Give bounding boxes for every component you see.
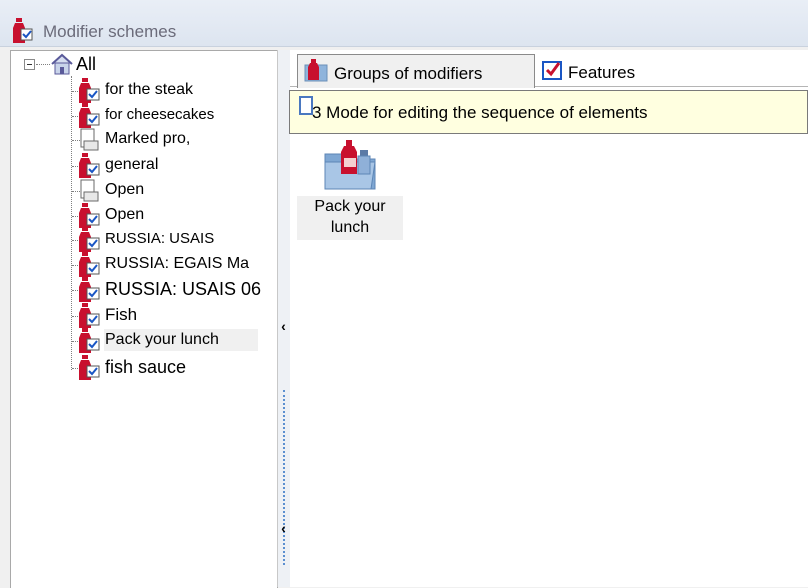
ketchup-bottle-icon: [79, 153, 100, 178]
ketchup-bottle-icon: [79, 328, 100, 353]
tree-item-label: fish sauce: [105, 357, 187, 377]
window-titlebar: Modifier schemes: [0, 0, 808, 47]
ketchup-bottle-icon: [79, 227, 100, 252]
splitter-grip[interactable]: [283, 390, 285, 565]
ketchup-bottle-icon: [79, 355, 100, 380]
tab-features[interactable]: Features: [538, 54, 658, 86]
tree-item-label: Marked pro,: [105, 130, 191, 147]
window-title: Modifier schemes: [43, 22, 177, 41]
ketchup-bottle-icon: [79, 303, 100, 328]
tree-item-icon: [78, 355, 102, 386]
ketchup-bottle-icon: [13, 18, 33, 43]
tree-item-label: general: [105, 156, 159, 173]
folder-label-line1: Pack your: [314, 198, 386, 215]
features-icon: [542, 61, 562, 80]
ketchup-bottle-icon: [79, 203, 100, 228]
ketchup-bottle-icon: [79, 78, 100, 103]
folder-label-line2: lunch: [330, 219, 370, 236]
tree-item-label: RUSSIA: EGAIS Ma: [105, 255, 250, 272]
ketchup-bottle-icon: [79, 277, 100, 302]
tree-item-label: RUSSIA: USAIS: [105, 230, 215, 247]
mode-info-text: 3 Mode for editing the sequence of eleme…: [312, 103, 648, 122]
tab-groups-of-modifiers-label: Groups of modifiers: [334, 64, 483, 83]
tab-groups-of-modifiers[interactable]: Groups of modifiers: [297, 54, 535, 88]
tab-features-label: Features: [568, 63, 636, 82]
home-icon: [51, 53, 73, 75]
tree-item-label: for the steak: [105, 81, 194, 98]
tree-item-label: for cheesecakes: [105, 106, 215, 123]
tree-item-label: RUSSIA: USAIS 06: [105, 279, 262, 299]
tree-collapse-toggle[interactable]: [24, 59, 35, 70]
folder-with-bottle-icon: [324, 140, 376, 190]
tree-guide-line: [71, 76, 72, 370]
collapse-left-arrow-icon[interactable]: ‹: [279, 318, 288, 334]
modifier-groups-icon: [304, 59, 328, 82]
tree-item-label: Open: [105, 206, 145, 223]
open-scheme-icon: [80, 179, 99, 202]
mode-info-bar: 3 Mode for editing the sequence of eleme…: [289, 90, 808, 134]
collapse-left-arrow-icon-bottom[interactable]: ‹: [279, 520, 288, 536]
folder-item-label[interactable]: Pack your lunch: [297, 196, 403, 240]
ketchup-bottle-icon: [79, 103, 100, 128]
ketchup-bottle-icon: [79, 252, 100, 277]
tree-root-label: All: [76, 54, 97, 74]
tree-item-label: Pack your lunch: [105, 331, 219, 348]
tree-item-label: Fish: [105, 305, 138, 324]
tree-item-label: Open: [105, 181, 145, 198]
marked-scheme-icon: [80, 128, 99, 151]
tree-item[interactable]: Pack your lunch: [104, 329, 258, 351]
